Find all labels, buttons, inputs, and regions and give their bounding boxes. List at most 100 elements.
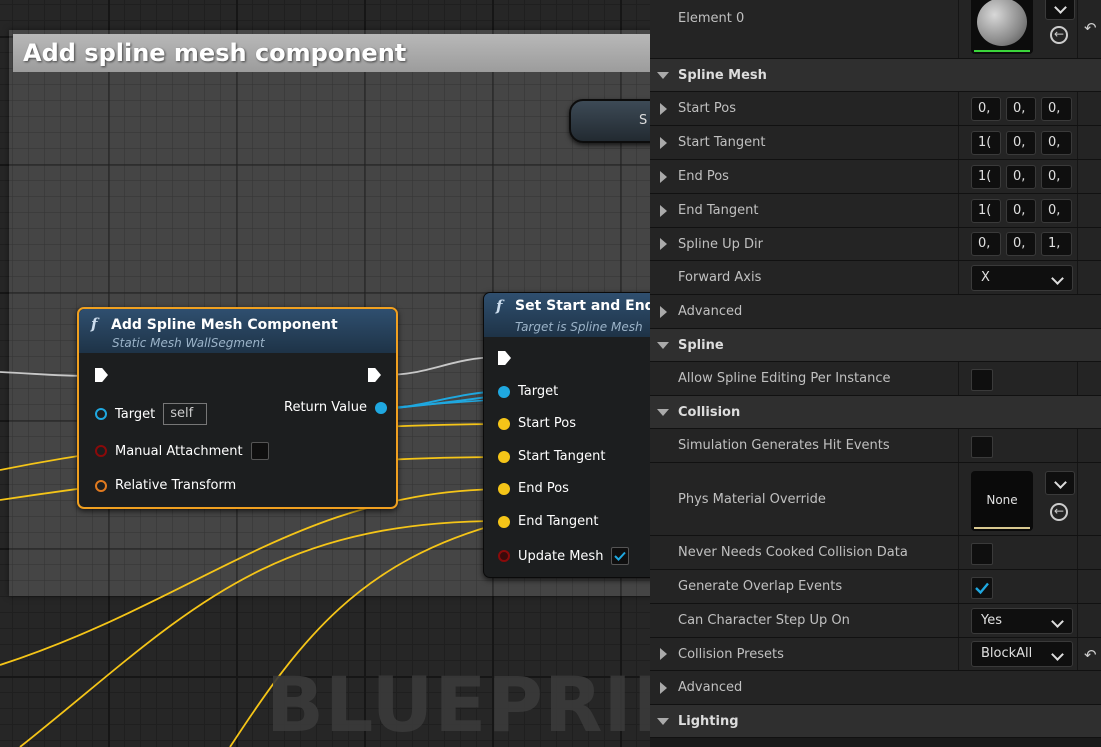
expand-arrow-icon[interactable] xyxy=(660,102,667,115)
end-pos-pin[interactable] xyxy=(498,482,510,495)
target-value-field[interactable]: self xyxy=(163,403,208,425)
manual-attachment-pin[interactable] xyxy=(95,445,107,457)
never-cooked-checkbox[interactable] xyxy=(971,542,993,565)
row-overlap-events[interactable]: Generate Overlap Events xyxy=(650,570,1101,604)
exec-in-pin[interactable] xyxy=(498,351,511,365)
column-divider xyxy=(1077,160,1078,193)
y-field[interactable]: 0, xyxy=(1006,164,1036,189)
end-tangent-pin[interactable] xyxy=(498,515,510,528)
row-start-pos[interactable]: Start Pos 0, 0, 0, xyxy=(650,92,1101,126)
row-start-tangent[interactable]: Start Tangent 1( 0, 0, xyxy=(650,126,1101,160)
exec-out-pin[interactable] xyxy=(368,368,381,382)
x-field[interactable]: 1( xyxy=(971,130,1001,155)
manual-attachment-pin-row[interactable]: Manual Attachment xyxy=(95,442,269,460)
collision-presets-dropdown[interactable]: BlockAll xyxy=(971,641,1073,667)
relative-transform-pin[interactable] xyxy=(95,479,107,492)
expand-arrow-icon[interactable] xyxy=(660,238,667,250)
target-pin-row[interactable]: Target self xyxy=(95,403,208,425)
target-pin[interactable] xyxy=(498,385,510,398)
update-mesh-pin-row[interactable]: Update Mesh xyxy=(498,547,630,565)
start-tangent-pin-row[interactable]: Start Tangent xyxy=(498,449,605,464)
end-pos-pin-row[interactable]: End Pos xyxy=(498,481,569,496)
y-field[interactable]: 0, xyxy=(1006,130,1036,155)
z-field[interactable]: 0, xyxy=(1041,198,1072,223)
y-field[interactable]: 0, xyxy=(1006,232,1036,256)
row-phys-material-override[interactable]: Phys Material Override None ← xyxy=(650,463,1101,536)
row-forward-axis[interactable]: Forward Axis X xyxy=(650,261,1101,295)
row-never-cooked[interactable]: Never Needs Cooked Collision Data xyxy=(650,536,1101,570)
expand-arrow-icon[interactable] xyxy=(660,170,667,183)
start-pos-pin[interactable] xyxy=(498,417,510,430)
z-field[interactable]: 0, xyxy=(1041,164,1072,189)
row-element-0[interactable]: Element 0 ← ↶ xyxy=(650,0,1101,59)
function-icon: f xyxy=(496,297,503,315)
manual-attachment-checkbox[interactable] xyxy=(250,442,269,460)
z-field[interactable]: 1, xyxy=(1041,232,1072,256)
return-value-pin-row[interactable]: Return Value xyxy=(284,400,387,415)
forward-axis-dropdown[interactable]: X xyxy=(971,264,1073,291)
use-selected-asset-icon[interactable]: ← xyxy=(1050,503,1068,521)
row-advanced-spline-mesh[interactable]: Advanced xyxy=(650,295,1101,329)
end-tangent-label: End Tangent xyxy=(518,514,599,529)
sim-hit-events-checkbox[interactable] xyxy=(971,435,993,458)
update-mesh-pin[interactable] xyxy=(498,550,510,562)
row-end-pos[interactable]: End Pos 1( 0, 0, xyxy=(650,160,1101,194)
collapse-arrow-icon xyxy=(657,342,669,349)
start-tangent-pin[interactable] xyxy=(498,450,510,463)
category-spline[interactable]: Spline xyxy=(650,329,1101,362)
end-tangent-pin-row[interactable]: End Tangent xyxy=(498,514,598,529)
y-field[interactable]: 0, xyxy=(1006,198,1036,223)
z-field[interactable]: 0, xyxy=(1041,130,1072,155)
expand-arrow-icon[interactable] xyxy=(660,681,667,694)
target-pin[interactable] xyxy=(95,408,107,420)
row-collision-presets[interactable]: Collision Presets BlockAll ↶ xyxy=(650,638,1101,671)
relative-transform-pin-row[interactable]: Relative Transform xyxy=(95,478,236,493)
y-field[interactable]: 0, xyxy=(1006,96,1036,121)
category-lighting[interactable]: Lighting xyxy=(650,705,1101,738)
category-collision[interactable]: Collision xyxy=(650,396,1101,429)
target-pin-row[interactable]: Target xyxy=(498,384,558,399)
step-up-dropdown[interactable]: Yes xyxy=(971,607,1073,634)
asset-dropdown-button[interactable] xyxy=(1045,0,1075,20)
row-label: Collision Presets xyxy=(678,646,784,662)
x-field[interactable]: 1( xyxy=(971,198,1001,223)
asset-dropdown-button[interactable] xyxy=(1045,471,1075,495)
expand-arrow-icon[interactable] xyxy=(660,204,667,217)
node-set-start-and-end[interactable]: f Set Start and End Target is Spline Mes… xyxy=(483,292,650,578)
blueprint-graph[interactable]: Add spline mesh component S f Add Spline… xyxy=(0,0,650,747)
x-field[interactable]: 1( xyxy=(971,164,1001,189)
return-value-pin[interactable] xyxy=(374,401,387,414)
column-divider xyxy=(958,194,959,227)
row-sim-hit-events[interactable]: Simulation Generates Hit Events xyxy=(650,429,1101,463)
row-allow-spline-editing[interactable]: Allow Spline Editing Per Instance xyxy=(650,362,1101,396)
node-title: Add Spline Mesh Component xyxy=(111,317,338,333)
row-advanced-collision[interactable]: Advanced xyxy=(650,671,1101,705)
reset-to-default-icon[interactable]: ↶ xyxy=(1084,19,1097,37)
node-header[interactable]: f Add Spline Mesh Component Static Mesh … xyxy=(79,309,396,353)
exec-in-pin[interactable] xyxy=(95,368,108,382)
expand-arrow-icon[interactable] xyxy=(660,305,667,318)
overlap-events-checkbox[interactable] xyxy=(971,576,993,599)
reset-to-default-icon[interactable]: ↶ xyxy=(1084,646,1097,664)
column-divider xyxy=(1077,463,1078,535)
use-selected-asset-icon[interactable]: ← xyxy=(1050,26,1068,44)
x-field[interactable]: 0, xyxy=(971,96,1001,121)
node-add-spline-mesh-component[interactable]: f Add Spline Mesh Component Static Mesh … xyxy=(77,307,398,509)
x-field[interactable]: 0, xyxy=(971,232,1001,256)
z-field[interactable]: 0, xyxy=(1041,96,1072,121)
update-mesh-checkbox[interactable] xyxy=(611,547,630,565)
category-label: Spline xyxy=(678,337,724,353)
node-header[interactable]: f Set Start and End Target is Spline Mes… xyxy=(484,293,650,337)
start-pos-pin-row[interactable]: Start Pos xyxy=(498,416,576,431)
row-step-up-on[interactable]: Can Character Step Up On Yes xyxy=(650,604,1101,638)
category-spline-mesh[interactable]: Spline Mesh xyxy=(650,59,1101,92)
material-thumbnail[interactable] xyxy=(971,0,1033,54)
expand-arrow-icon[interactable] xyxy=(660,136,667,149)
allow-spline-editing-checkbox[interactable] xyxy=(971,368,993,391)
column-divider xyxy=(1077,536,1078,569)
row-spline-up-dir[interactable]: Spline Up Dir 0, 0, 1, xyxy=(650,228,1101,261)
expand-arrow-icon[interactable] xyxy=(660,648,667,660)
row-end-tangent[interactable]: End Tangent 1( 0, 0, xyxy=(650,194,1101,228)
details-panel[interactable]: Element 0 ← ↶ Spline Mesh Start Pos 0, 0… xyxy=(650,0,1101,747)
phys-material-thumbnail[interactable]: None xyxy=(971,471,1033,531)
